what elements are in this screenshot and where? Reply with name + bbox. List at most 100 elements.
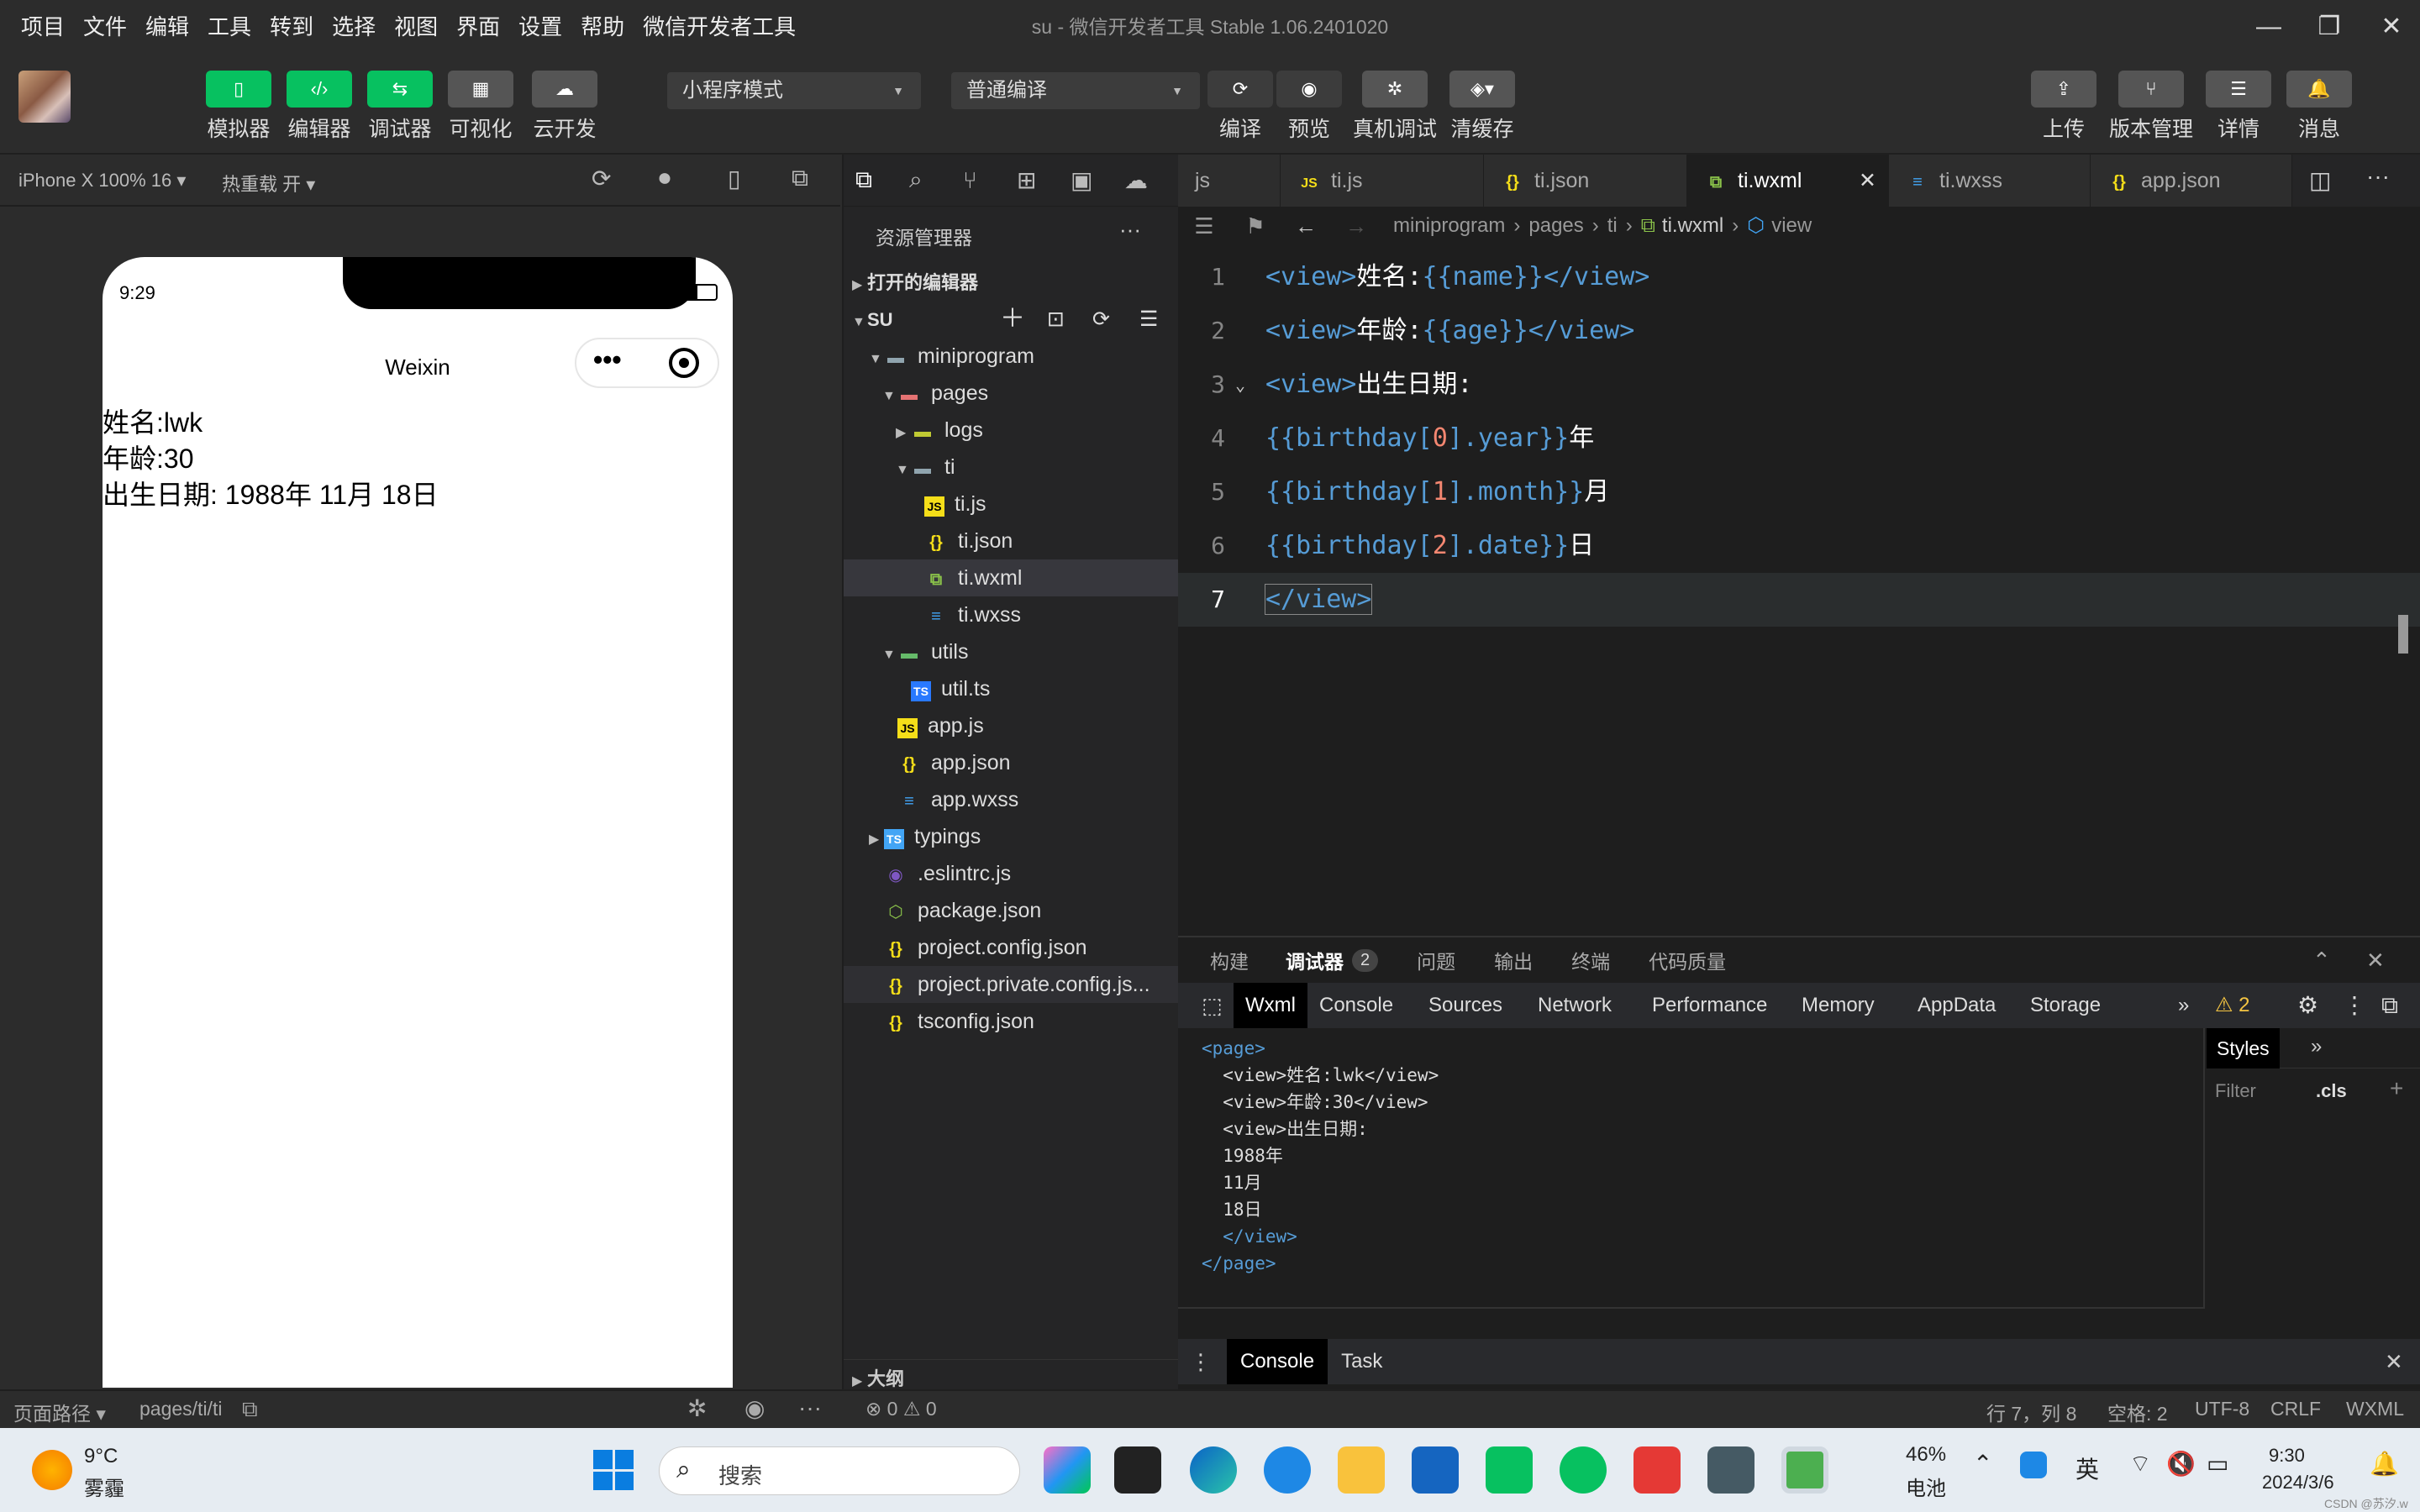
minimize-button[interactable]: — (2235, 0, 2302, 54)
details-button[interactable]: ☰ 详情 (2196, 71, 2281, 143)
new-file-icon[interactable]: ＋ (1000, 301, 1025, 338)
mode-select[interactable]: 小程序模式 ▼ (667, 72, 921, 109)
tree-item-util-ts[interactable]: TS util.ts (844, 670, 1180, 707)
encoding[interactable]: UTF-8 (2195, 1398, 2249, 1420)
extensions-icon[interactable]: ⊞ (1017, 166, 1071, 194)
tree-item-project-config-json[interactable]: {} project.config.json (844, 929, 1180, 966)
language-mode[interactable]: WXML (2346, 1398, 2404, 1420)
device-select[interactable]: iPhone X 100% 16 ▾ (18, 170, 186, 192)
tree-item-typings[interactable]: ▶ TS typings (844, 818, 1180, 855)
wps-icon[interactable] (1634, 1446, 1681, 1494)
tree-item-ti-js[interactable]: JS ti.js (844, 486, 1180, 522)
crumb-view[interactable]: view (1771, 207, 1812, 245)
menu-help[interactable]: 帮助 (571, 0, 634, 54)
tab-problems[interactable]: 问题 (1417, 946, 1455, 974)
crumb-file[interactable]: ti.wxml (1662, 207, 1723, 245)
save-icon[interactable]: ▣ (1071, 166, 1124, 194)
line-ending[interactable]: CRLF (2270, 1398, 2321, 1420)
styles-filter-input[interactable]: Filter (2215, 1080, 2256, 1102)
menu-view[interactable]: 视图 (385, 0, 447, 54)
close-drawer-icon[interactable]: ✕ (2385, 1349, 2403, 1375)
wifi-icon[interactable]: ⌔ (2129, 1450, 2151, 1479)
tab-code-quality[interactable]: 代码质量 (1649, 946, 1726, 974)
tab-js[interactable]: js (1178, 155, 1281, 207)
drawer-task-tab[interactable]: Task (1341, 1350, 1382, 1373)
menu-devtools[interactable]: 微信开发者工具 (634, 0, 805, 54)
stop-icon[interactable]: ⏺ (659, 165, 671, 192)
close-panel-icon[interactable]: ✕ (2366, 948, 2385, 974)
tree-item-logs[interactable]: ▶ ▬ logs (844, 412, 1180, 449)
messages-button[interactable]: 🔔 消息 (2277, 71, 2361, 143)
maximize-button[interactable]: ❐ (2296, 0, 2363, 54)
tab-debugger[interactable]: 调试器 (1286, 946, 1344, 974)
tree-item-ti-wxss[interactable]: ≡ ti.wxss (844, 596, 1180, 633)
menu-edit[interactable]: 编辑 (136, 0, 198, 54)
drawer-console-tab[interactable]: Console (1227, 1339, 1328, 1384)
ie-icon[interactable] (1264, 1446, 1311, 1494)
eye-icon[interactable]: ◉ (744, 1394, 765, 1422)
devtab-appdata[interactable]: AppData (1906, 983, 2007, 1028)
tree-item-ti[interactable]: ▼ ▬ ti (844, 449, 1180, 486)
tree-item-app-wxss[interactable]: ≡ app.wxss (844, 781, 1180, 818)
crumb-pages[interactable]: pages (1528, 207, 1583, 245)
debugger-toggle[interactable]: ⇆ 调试器 (358, 71, 442, 143)
menu-settings[interactable]: 设置 (509, 0, 571, 54)
devtab-storage[interactable]: Storage (2018, 983, 2112, 1028)
tree-item-pages[interactable]: ▼ ▬ pages (844, 375, 1180, 412)
indentation[interactable]: 空格: 2 (2107, 1398, 2168, 1426)
forward-icon[interactable]: → (1331, 207, 1381, 245)
gear-icon[interactable]: ⚙ (2286, 983, 2330, 1028)
cls-toggle[interactable]: .cls (2316, 1080, 2347, 1102)
close-window-button[interactable]: ✕ (2358, 0, 2420, 54)
tree-item-ti-wxml[interactable]: ⧉ ti.wxml (844, 559, 1180, 596)
collapse-icon[interactable]: ☰ (1139, 301, 1158, 338)
tree-item-miniprogram[interactable]: ▼ ▬ miniprogram (844, 338, 1180, 375)
add-style-icon[interactable]: + (2390, 1075, 2403, 1102)
bug-icon[interactable]: ✲ (687, 1394, 707, 1422)
refresh-icon[interactable]: ⟳ (1092, 301, 1110, 338)
capsule-button[interactable]: ••• (575, 338, 719, 388)
crumb-ti[interactable]: ti (1607, 207, 1618, 245)
warning-count[interactable]: ⚠ 2 (2203, 983, 2262, 1028)
weather-icon[interactable] (32, 1450, 72, 1490)
chevron-up-icon[interactable]: ⌃ (1973, 1450, 1992, 1478)
avatar[interactable] (18, 71, 71, 123)
tree-item-ti-json[interactable]: {} ti.json (844, 522, 1180, 559)
cloud-dev-button[interactable]: ☁ 云开发 (523, 71, 607, 143)
tree-item-tsconfig-json[interactable]: {} tsconfig.json (844, 1003, 1180, 1040)
editor-toggle[interactable]: ‹/› 编辑器 (277, 71, 361, 143)
tree-item-utils[interactable]: ▼ ▬ utils (844, 633, 1180, 670)
tree-item-project-private-config-js-[interactable]: {} project.private.config.js... (844, 966, 1180, 1003)
tab-terminal[interactable]: 终端 (1571, 946, 1610, 974)
folder-icon[interactable] (1338, 1446, 1385, 1494)
styles-tab[interactable]: Styles (2207, 1028, 2280, 1068)
search-icon[interactable]: ⌕ (909, 166, 963, 194)
dock-icon[interactable]: ⧉ (2370, 983, 2410, 1028)
tree-item-app-json[interactable]: {} app.json (844, 744, 1180, 781)
devtab-performance[interactable]: Performance (1640, 983, 1779, 1028)
tab-output[interactable]: 输出 (1494, 946, 1533, 974)
new-folder-icon[interactable]: ⊡ (1047, 301, 1065, 338)
upload-button[interactable]: ⇪ 上传 (2022, 71, 2106, 143)
page-path-select[interactable]: 页面路径 ▾ (13, 1398, 106, 1426)
edge-icon[interactable] (1190, 1446, 1237, 1494)
list-icon[interactable]: ☰ (1178, 207, 1230, 245)
editor-more-icon[interactable]: ··· (2366, 163, 2390, 190)
code-area[interactable]: 1 <view>姓名:{{name}}</view> 2 <view>年龄:{{ag… (1178, 250, 2420, 936)
more-icon[interactable]: ··· (798, 1394, 822, 1421)
tree-item--eslintrc-js[interactable]: ◉ .eslintrc.js (844, 855, 1180, 892)
problems-count[interactable]: ⊗ 0 ⚠ 0 (865, 1398, 937, 1420)
tray-app-icon[interactable] (2020, 1452, 2047, 1478)
ime-indicator[interactable]: 英 (2075, 1452, 2099, 1485)
devtab-wxml[interactable]: Wxml (1234, 983, 1307, 1028)
popout-icon[interactable]: ⧉ (792, 165, 808, 192)
notification-icon[interactable]: 🔔 (2370, 1450, 2399, 1478)
tab-ti-wxml[interactable]: ⧉ ti.wxml ✕ (1687, 155, 1889, 207)
close-tab-icon[interactable]: ✕ (1859, 155, 1876, 207)
preview-button[interactable]: ◉ 预览 (1267, 71, 1351, 143)
fold-icon[interactable]: ⌄ (1235, 358, 1245, 412)
wxml-tree[interactable]: <page> <view>姓名:lwk</view> <view>年龄:30</… (1178, 1028, 2205, 1309)
task-view-icon[interactable] (1114, 1446, 1161, 1494)
copilot-icon[interactable] (1044, 1446, 1091, 1494)
tab-app-json[interactable]: {} app.json (2091, 155, 2292, 207)
